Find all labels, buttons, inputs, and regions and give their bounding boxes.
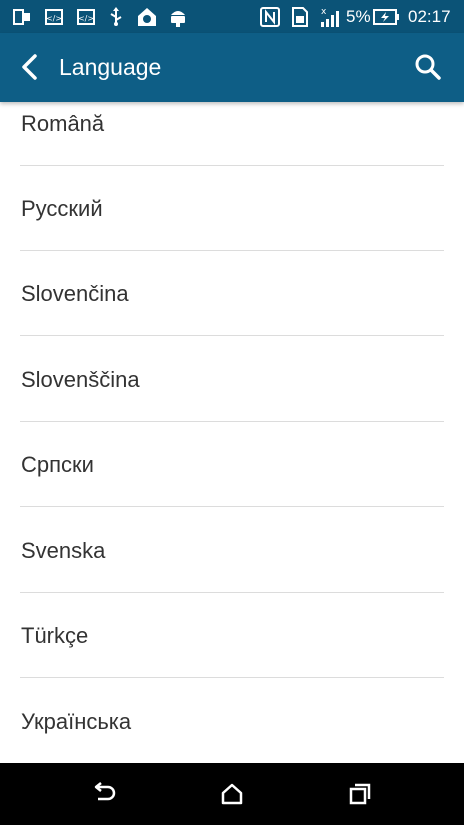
android-icon [166, 0, 190, 33]
recents-icon [348, 782, 372, 806]
battery-charging-icon [372, 0, 400, 33]
navigation-bar [0, 763, 464, 825]
app-bar: Language [0, 33, 464, 102]
signal-icon: x [316, 0, 342, 33]
list-item[interactable]: Slovenščina [20, 337, 444, 422]
list-item[interactable]: Српски [20, 422, 444, 507]
list-item[interactable]: Română [20, 102, 444, 166]
home-location-icon [134, 0, 160, 33]
home-icon [220, 782, 244, 806]
language-label: Română [21, 111, 105, 136]
language-label: Türkçe [21, 623, 89, 648]
language-label: Slovenščina [21, 367, 140, 392]
list-item[interactable]: Українська [20, 679, 444, 763]
list-item[interactable]: Türkçe [20, 593, 444, 678]
nav-home-button[interactable] [202, 771, 262, 817]
language-label: Slovenčina [21, 281, 129, 306]
clock: 02:17 [408, 7, 451, 26]
search-button[interactable] [404, 43, 452, 91]
svg-text:x: x [321, 7, 327, 17]
back-button[interactable] [8, 43, 52, 91]
language-label: Українська [21, 709, 132, 734]
svg-text:</>: </> [46, 14, 62, 23]
sim-icon [288, 0, 312, 33]
list-item[interactable]: Slovenčina [20, 251, 444, 336]
language-label: Српски [21, 452, 94, 477]
code-icon: </> [42, 0, 66, 33]
language-label: Русский [21, 196, 103, 221]
svg-text:</>: </> [78, 14, 94, 23]
usb-icon [104, 0, 128, 33]
search-icon [414, 53, 442, 81]
nfc-icon [258, 0, 282, 33]
battery-percent: 5% [346, 7, 371, 26]
code-icon: </> [74, 0, 98, 33]
phone-icon [10, 0, 34, 33]
chevron-left-icon [20, 54, 40, 80]
page-title: Language [59, 54, 162, 80]
list-item[interactable]: Русский [20, 166, 444, 251]
list-item[interactable]: Svenska [20, 508, 444, 593]
status-bar: </> </> x 5% 02:17 [0, 0, 464, 33]
nav-recents-button[interactable] [330, 771, 390, 817]
nav-back-button[interactable] [73, 771, 133, 817]
language-label: Svenska [21, 538, 106, 563]
back-icon [90, 782, 116, 806]
language-list: Română Русский Slovenčina Slovenščina Ср… [0, 102, 464, 763]
